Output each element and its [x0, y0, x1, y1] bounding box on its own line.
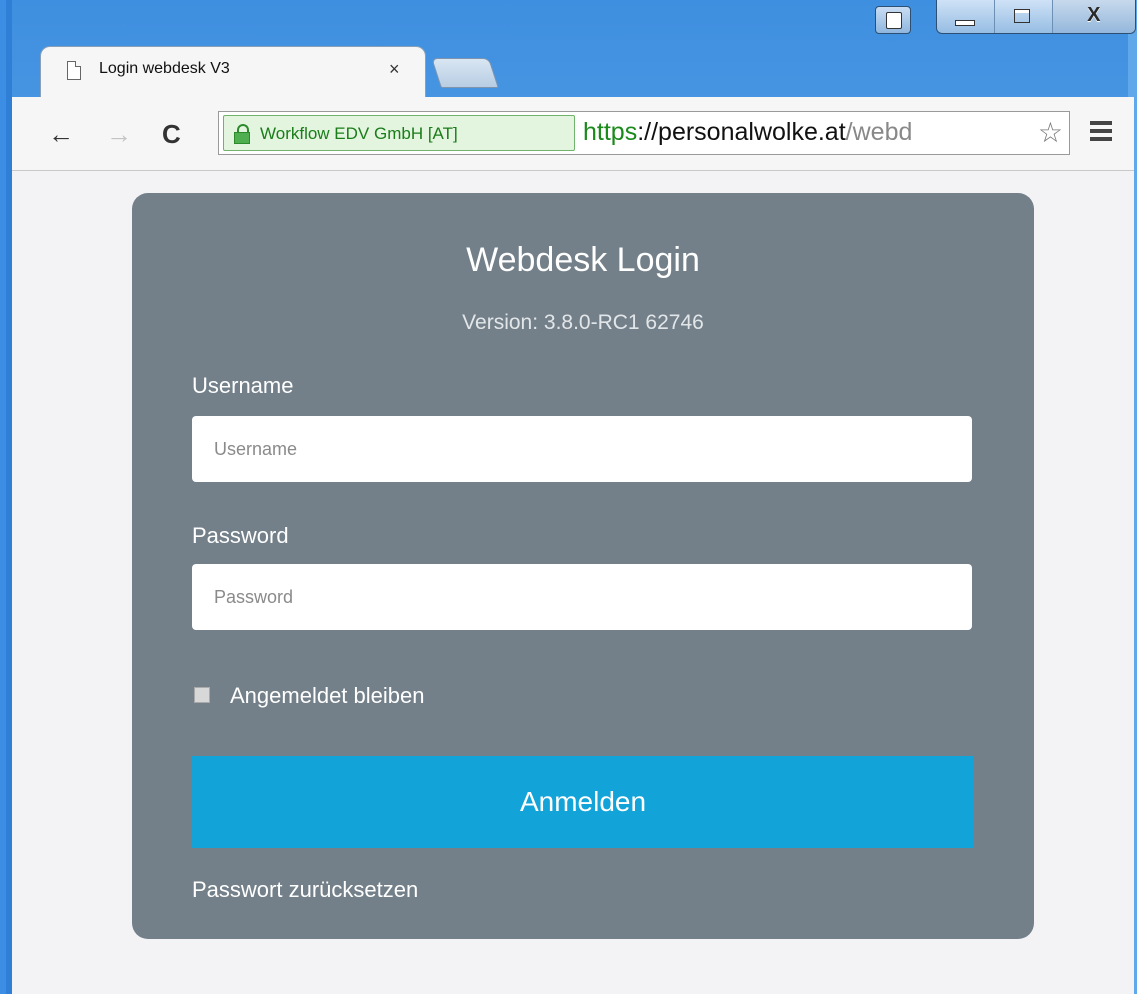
- ev-certificate-name: Workflow EDV GmbH [AT]: [260, 124, 458, 143]
- close-icon[interactable]: ×: [389, 59, 400, 80]
- url-host: personalwolke.at: [658, 118, 846, 146]
- username-label: Username: [192, 373, 294, 398]
- maximize-icon: [1013, 9, 1030, 23]
- minimize-button[interactable]: [937, 0, 995, 33]
- maximize-button[interactable]: [995, 0, 1053, 33]
- forward-arrow-icon[interactable]: →: [106, 119, 132, 150]
- reset-password-link[interactable]: Passwort zurücksetzen: [192, 877, 418, 903]
- star-icon[interactable]: ☆: [1033, 116, 1063, 149]
- username-input[interactable]: [192, 416, 972, 482]
- minimize-icon: [955, 20, 975, 26]
- url-scheme: https: [583, 118, 638, 146]
- new-tab-button[interactable]: [431, 58, 499, 88]
- window-controls: X: [936, 0, 1136, 34]
- back-arrow-icon[interactable]: ←: [48, 119, 74, 150]
- url-text: https://personalwolke.at/webd: [583, 118, 912, 147]
- version-text: Version: 3.8.0-RC1 62746: [462, 311, 704, 334]
- window-close-icon: X: [1087, 4, 1101, 26]
- profile-button[interactable]: [875, 6, 911, 34]
- page-title: Webdesk Login: [466, 241, 700, 279]
- tab-title: Login webdesk V3: [99, 60, 230, 77]
- password-label: Password: [192, 523, 289, 548]
- login-button[interactable]: Anmelden: [192, 756, 974, 848]
- page-viewport: Webdesk Login Version: 3.8.0-RC1 62746 U…: [12, 171, 1134, 994]
- lock-icon: [234, 124, 250, 144]
- address-bar[interactable]: Workflow EDV GmbH [AT] https://personalw…: [218, 111, 1070, 155]
- profile-icon: [886, 12, 902, 29]
- remember-checkbox[interactable]: [194, 687, 210, 703]
- page-icon: [67, 61, 81, 80]
- password-input[interactable]: [192, 564, 972, 630]
- login-card: Webdesk Login Version: 3.8.0-RC1 62746 U…: [132, 193, 1034, 939]
- reload-icon[interactable]: C: [162, 119, 181, 150]
- tab-login[interactable]: Login webdesk V3 ×: [40, 46, 426, 98]
- browser-toolbar: ← → C Workflow EDV GmbH [AT] https://per…: [12, 97, 1134, 171]
- window-close-button[interactable]: X: [1052, 0, 1135, 33]
- menu-icon[interactable]: [1090, 121, 1112, 145]
- url-path: /webd: [845, 118, 913, 146]
- remember-label: Angemeldet bleiben: [230, 683, 425, 708]
- url-separator: ://: [637, 118, 659, 146]
- ev-certificate-badge[interactable]: Workflow EDV GmbH [AT]: [223, 115, 575, 151]
- browser-window: X Login webdesk V3 × ← → C Workflow EDV …: [0, 0, 1137, 994]
